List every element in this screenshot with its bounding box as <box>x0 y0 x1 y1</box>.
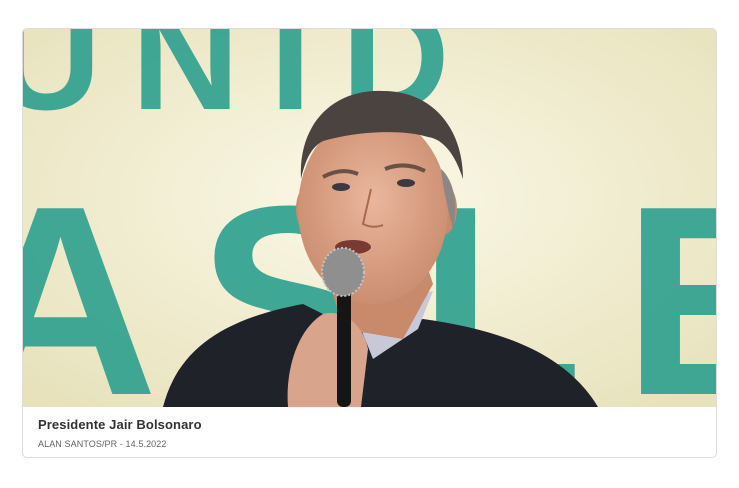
photo-card: UNID ASLE <box>22 28 717 458</box>
photo-caption: Presidente Jair Bolsonaro ALAN SANTOS/PR… <box>38 417 202 449</box>
caption-credit: ALAN SANTOS/PR - 14.5.2022 <box>38 439 167 449</box>
article-text-cutoff <box>22 481 717 488</box>
caption-title: Presidente Jair Bolsonaro <box>38 417 202 432</box>
photo[interactable]: UNID ASLE <box>23 29 716 407</box>
photo-image: UNID ASLE <box>23 29 716 407</box>
